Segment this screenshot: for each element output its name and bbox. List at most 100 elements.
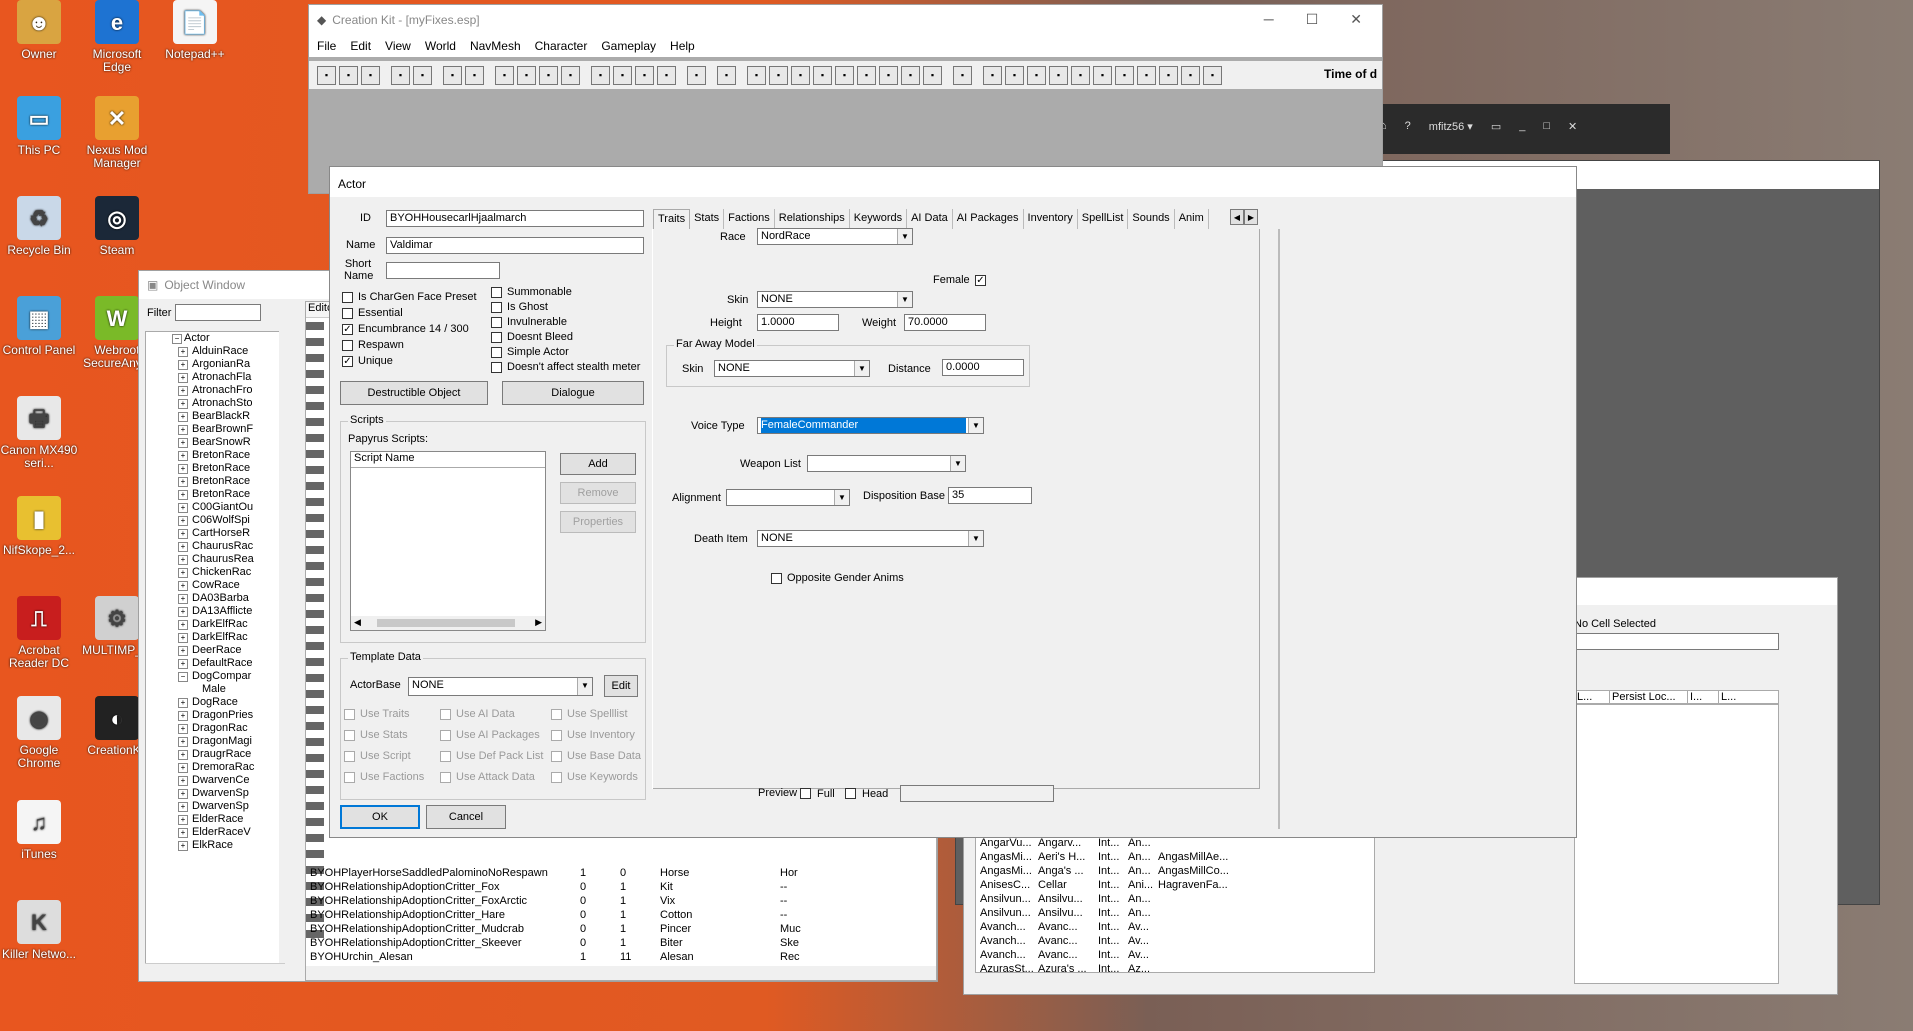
- expand-icon[interactable]: +: [178, 542, 188, 552]
- window6-icon[interactable]: ▪: [857, 65, 876, 85]
- expand-icon[interactable]: +: [178, 555, 188, 565]
- terrain-icon[interactable]: ▪: [539, 65, 558, 85]
- expand-icon[interactable]: +: [178, 529, 188, 539]
- preview-full-checkbox[interactable]: [800, 788, 811, 799]
- marker-icon[interactable]: ▪: [717, 65, 736, 85]
- remove-script-button[interactable]: Remove: [560, 482, 636, 504]
- tree-item[interactable]: + BretonRace: [146, 488, 284, 501]
- actorbase-edit-button[interactable]: Edit: [604, 675, 638, 697]
- close-icon[interactable]: ✕: [1568, 120, 1577, 133]
- desktop-shortcut[interactable]: ♻ Recycle Bin: [0, 196, 78, 257]
- tree-item[interactable]: + DragonRac: [146, 722, 284, 735]
- chevron-down-icon[interactable]: ▼: [897, 229, 912, 244]
- template-checkbox[interactable]: [551, 730, 562, 741]
- sky-icon[interactable]: ▪: [635, 65, 654, 85]
- help-icon[interactable]: ?: [1405, 120, 1411, 132]
- minimize-icon[interactable]: _: [1519, 120, 1525, 132]
- col-header[interactable]: L...: [1719, 691, 1751, 703]
- save-as-icon[interactable]: ▪: [361, 65, 380, 85]
- screen-icon[interactable]: ▭: [1491, 120, 1501, 133]
- tree-item[interactable]: + DeerRace: [146, 644, 284, 657]
- expand-icon[interactable]: +: [178, 841, 188, 851]
- col-header[interactable]: L...: [1575, 691, 1610, 703]
- undo-icon[interactable]: ▪: [391, 65, 410, 85]
- template-checkbox[interactable]: [551, 709, 562, 720]
- template-checkbox[interactable]: [440, 730, 451, 741]
- flag-checkbox[interactable]: ✓: [342, 356, 353, 367]
- expand-icon[interactable]: +: [178, 789, 188, 799]
- template-checkbox[interactable]: [551, 751, 562, 762]
- expand-icon[interactable]: +: [178, 698, 188, 708]
- tree-item[interactable]: Male: [146, 683, 284, 696]
- expand-icon[interactable]: +: [178, 568, 188, 578]
- expand-icon[interactable]: +: [178, 594, 188, 604]
- chevron-down-icon[interactable]: ▼: [897, 292, 912, 307]
- disposition-base-field[interactable]: 35: [948, 487, 1032, 504]
- template-checkbox[interactable]: [440, 709, 451, 720]
- window4-icon[interactable]: ▪: [813, 65, 832, 85]
- flag-checkbox[interactable]: ✓: [342, 324, 353, 335]
- flag-checkbox[interactable]: [491, 317, 502, 328]
- table-row[interactable]: Ansilvun... Ansilvu... Int... An...: [976, 906, 1374, 920]
- template-checkbox[interactable]: [344, 751, 355, 762]
- table-row[interactable]: BYOHPlayerHorseSaddledPalominoNoRespawn 1…: [310, 866, 936, 880]
- desktop-shortcut[interactable]: 🖶 Canon MX490 seri...: [0, 396, 78, 470]
- table-row[interactable]: BYOHRelationshipAdoptionCritter_Hare 0 1 Co…: [310, 908, 936, 922]
- render-icon[interactable]: ▪: [443, 65, 462, 85]
- desktop-shortcut[interactable]: e Microsoft Edge: [78, 0, 156, 74]
- light-icon[interactable]: ▪: [613, 65, 632, 85]
- table-row[interactable]: AngarVu... Angarv... Int... An...: [976, 836, 1374, 850]
- maximize-icon[interactable]: □: [1543, 120, 1550, 132]
- tab-traits[interactable]: Traits: [653, 209, 691, 229]
- alignment-combo[interactable]: ▼: [726, 489, 850, 506]
- ok-button[interactable]: OK: [340, 805, 420, 829]
- window17-icon[interactable]: ▪: [1115, 65, 1134, 85]
- expand-icon[interactable]: +: [178, 490, 188, 500]
- window15-icon[interactable]: ▪: [1071, 65, 1090, 85]
- tree-item[interactable]: + ChaurusRea: [146, 553, 284, 566]
- tree-item[interactable]: − DogCompar: [146, 670, 284, 683]
- table-row[interactable]: Avanch... Avanc... Int... Av...: [976, 920, 1374, 934]
- preview-field[interactable]: [900, 785, 1054, 802]
- tree-item[interactable]: + ChickenRac: [146, 566, 284, 579]
- expand-icon[interactable]: +: [178, 438, 188, 448]
- desktop-shortcut[interactable]: ☻ Owner: [0, 0, 78, 61]
- user-menu[interactable]: mfitz56 ▾: [1429, 120, 1473, 133]
- expand-icon[interactable]: +: [178, 815, 188, 825]
- desktop-shortcut[interactable]: K Killer Netwo...: [0, 900, 78, 961]
- tree-item[interactable]: + ElderRaceV: [146, 826, 284, 839]
- col-header[interactable]: Persist Loc...: [1610, 691, 1688, 703]
- tab-factions[interactable]: Factions: [724, 209, 775, 229]
- table-row[interactable]: BYOHRelationshipAdoptionCritter_Mudcrab 0…: [310, 922, 936, 936]
- weapon-list-combo[interactable]: ▼: [807, 455, 966, 472]
- tab-keywords[interactable]: Keywords: [850, 209, 908, 229]
- flag-checkbox[interactable]: [491, 302, 502, 313]
- menu-item[interactable]: View: [385, 39, 411, 53]
- tree-item[interactable]: + ArgonianRa: [146, 358, 284, 371]
- desktop-shortcut[interactable]: ▮ NifSkope_2...: [0, 496, 78, 557]
- window20-icon[interactable]: ▪: [1181, 65, 1200, 85]
- properties-button[interactable]: Properties: [560, 511, 636, 533]
- tree-item[interactable]: + AtronachFla: [146, 371, 284, 384]
- filter-input[interactable]: [175, 304, 261, 321]
- template-checkbox[interactable]: [344, 730, 355, 741]
- minimize-icon[interactable]: ─: [1264, 11, 1274, 28]
- expand-icon[interactable]: +: [178, 412, 188, 422]
- window12-icon[interactable]: ▪: [1005, 65, 1024, 85]
- tab-stats[interactable]: Stats: [690, 209, 725, 229]
- tree-item[interactable]: + C00GiantOu: [146, 501, 284, 514]
- bubble-icon[interactable]: ▪: [687, 65, 706, 85]
- desktop-shortcut[interactable]: ▦ Control Panel: [0, 296, 78, 357]
- skin-combo[interactable]: NONE ▼: [757, 291, 913, 308]
- sphere-icon[interactable]: ▪: [517, 65, 536, 85]
- desktop-shortcut[interactable]: ▭ This PC: [0, 96, 78, 157]
- script-name-header[interactable]: Script Name: [351, 452, 545, 468]
- tab-relationships[interactable]: Relationships: [775, 209, 850, 229]
- menu-item[interactable]: Gameplay: [601, 39, 656, 53]
- desktop-shortcut[interactable]: ♫ iTunes: [0, 800, 78, 861]
- window13-icon[interactable]: ▪: [1027, 65, 1046, 85]
- window2-icon[interactable]: ▪: [769, 65, 788, 85]
- tab-sounds[interactable]: Sounds: [1128, 209, 1175, 229]
- tree-item[interactable]: + DragonPries: [146, 709, 284, 722]
- flag-checkbox[interactable]: [342, 292, 353, 303]
